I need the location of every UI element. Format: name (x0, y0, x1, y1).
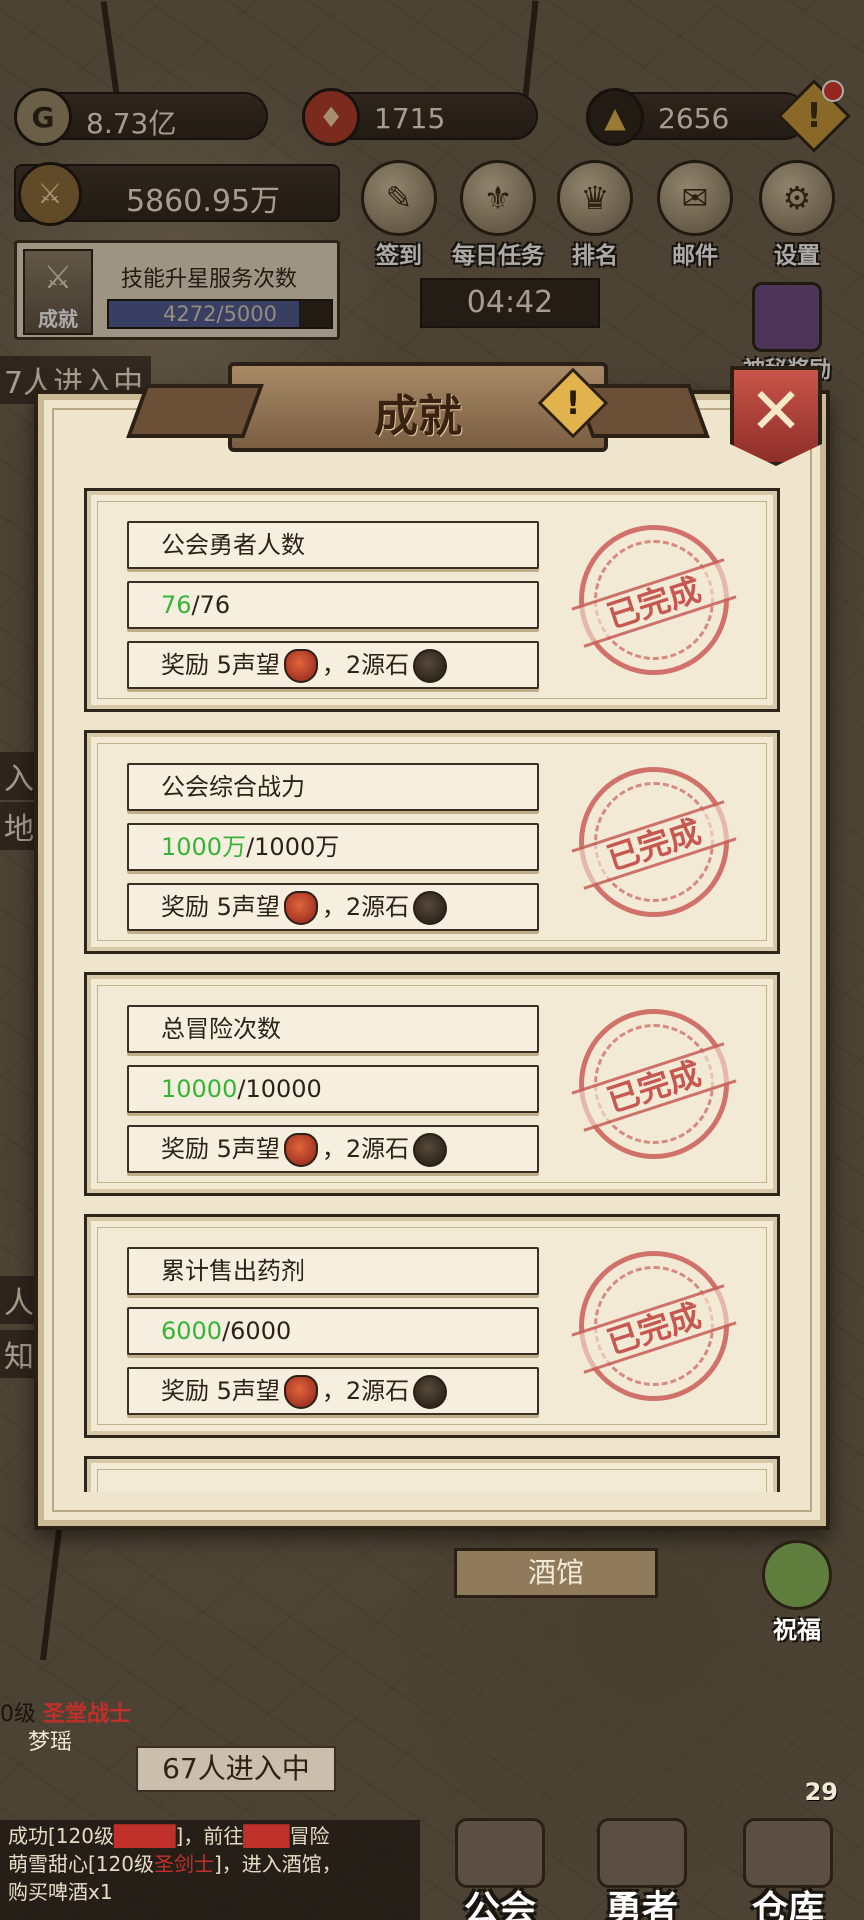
portal-entering-count: 67人进入中 (136, 1746, 336, 1792)
tavern-sign[interactable]: 酒馆 (454, 1548, 658, 1598)
achievement-reward: 奖励 5声望 ，2源石 (127, 641, 539, 689)
achievement-reward: 奖励 5声望 ，2源石 (127, 883, 539, 931)
achievement-name: 累计售出药剂 (127, 1247, 539, 1295)
reputation-shield-icon (283, 1375, 318, 1409)
guild-hall-icon (455, 1818, 545, 1888)
achievement-progress: 10000/10000 (127, 1065, 539, 1113)
news-feed: 成功[120级████]，前往███冒险 萌雪甜心[120级圣剑士]，进入酒馆，… (0, 1820, 420, 1920)
achievement-name: 总冒险次数 (127, 1005, 539, 1053)
achievement-reward: 奖励 5声望 ，2源石 (127, 1125, 539, 1173)
clover-icon (762, 1540, 832, 1610)
completed-stamp: 已完成 (571, 525, 737, 675)
warehouse-count-badge: 29 (804, 1778, 838, 1806)
source-stone-icon (413, 1133, 448, 1167)
nav-guild[interactable]: 公会 (430, 1818, 570, 1920)
helmet-icon (597, 1818, 687, 1888)
completed-stamp: 已完成 (571, 767, 737, 917)
achievement-name: 公会勇者人数 (127, 521, 539, 569)
nav-heroes[interactable]: 勇者 (572, 1818, 712, 1920)
warehouse-icon (743, 1818, 833, 1888)
achievement-list[interactable]: 公会勇者人数 76/76 奖励 5声望 ，2源石 已完成 公会综合战力 1000万… (80, 488, 784, 1492)
source-stone-icon (413, 649, 448, 683)
source-stone-icon (413, 891, 448, 925)
source-stone-icon (413, 1375, 448, 1409)
completed-stamp: 已完成 (571, 1251, 737, 1401)
achievement-card: 公会综合战力 1000万/1000万 奖励 5声望 ，2源石 已完成 (84, 730, 780, 954)
completed-stamp: 已完成 (571, 1009, 737, 1159)
achievement-card: 公会勇者人数 76/76 奖励 5声望 ，2源石 已完成 (84, 488, 780, 712)
bless-button[interactable]: 祝福 (752, 1540, 842, 1645)
achievement-name: 公会综合战力 (127, 763, 539, 811)
achievement-card: 累计售出药剂 6000/6000 奖励 5声望 ，2源石 已完成 (84, 1214, 780, 1438)
hero-name: 梦瑶 (28, 1730, 73, 1755)
reputation-shield-icon (283, 649, 318, 683)
achievement-card (84, 1456, 780, 1492)
achievement-reward: 奖励 5声望 ，2源石 (127, 1367, 539, 1415)
achievement-progress: 1000万/1000万 (127, 823, 539, 871)
achievement-card: 总冒险次数 10000/10000 奖励 5声望 ，2源石 已完成 (84, 972, 780, 1196)
achievement-progress: 76/76 (127, 581, 539, 629)
achievement-progress: 6000/6000 (127, 1307, 539, 1355)
reputation-shield-icon (283, 891, 318, 925)
reputation-shield-icon (283, 1133, 318, 1167)
nav-warehouse[interactable]: 仓库 29 (718, 1778, 858, 1920)
